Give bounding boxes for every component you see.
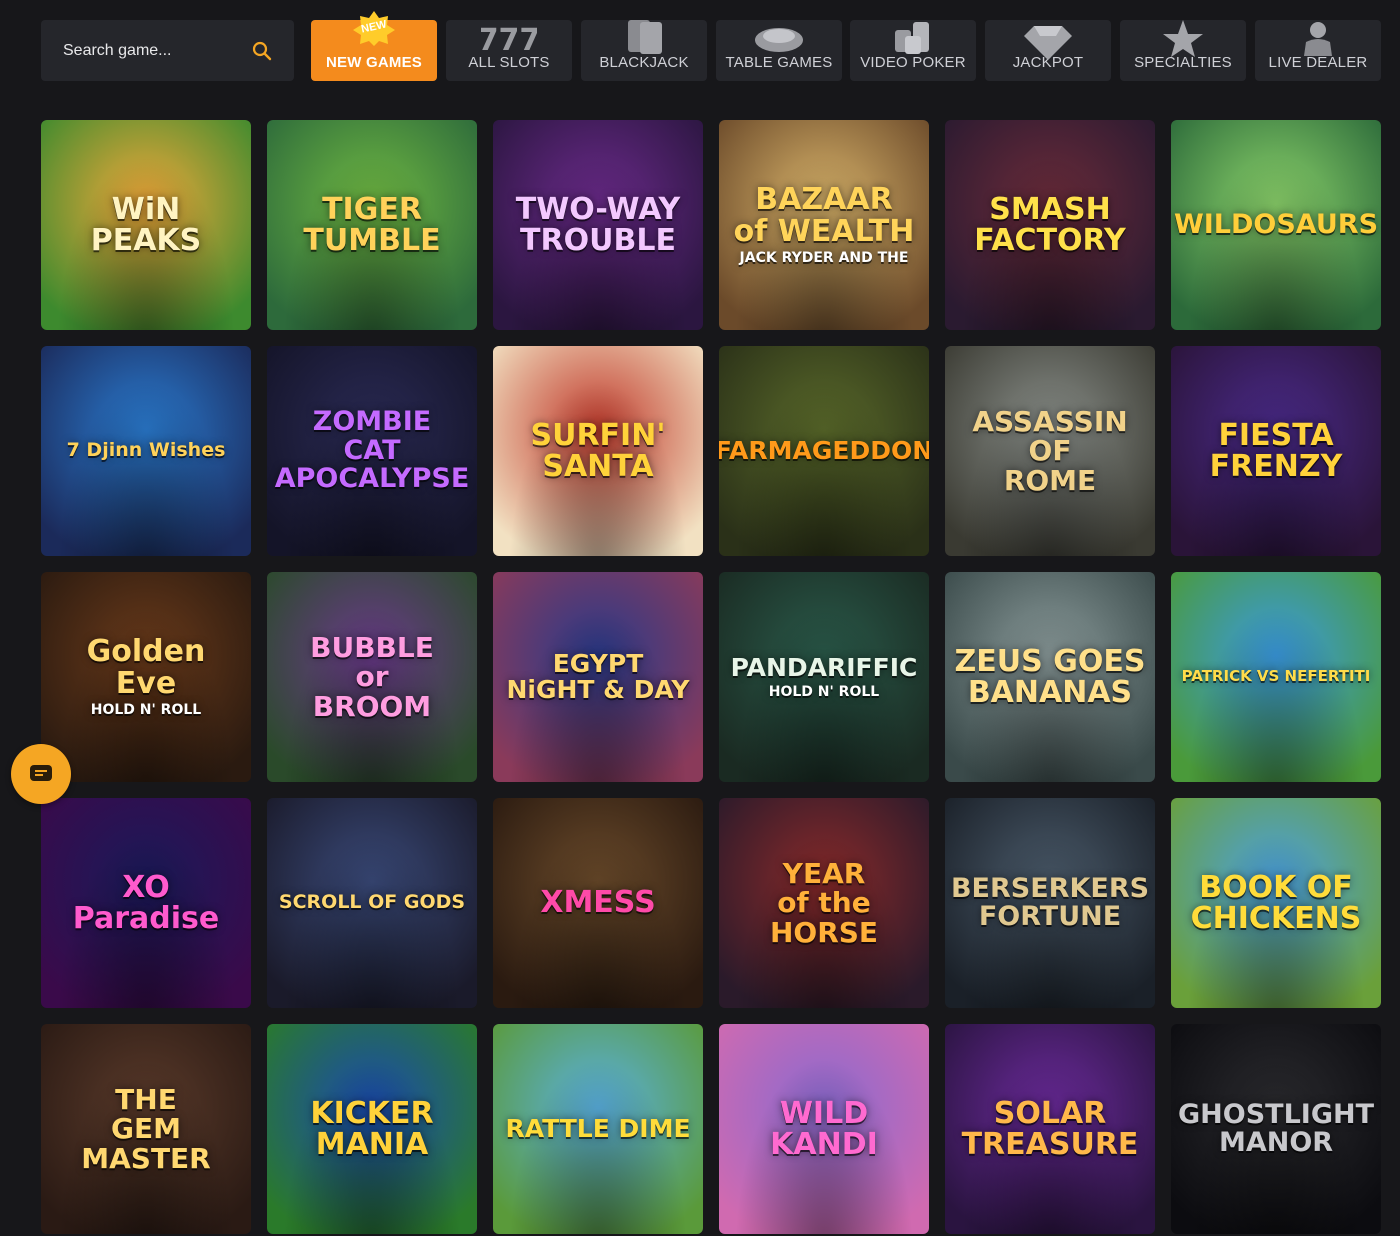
game-tile[interactable]: ZOMBIE CAT APOCALYPSE — [267, 346, 477, 556]
game-tile[interactable]: ASSASSIN OF ROME — [945, 346, 1155, 556]
game-title: KICKER MANIA — [310, 1095, 434, 1162]
tab-label: NEW GAMES — [326, 54, 422, 71]
game-title: YEAR of the HORSE — [769, 856, 879, 949]
game-tile[interactable]: WILDOSAURS — [1171, 120, 1381, 330]
game-tile[interactable]: SOLAR TREASURE — [945, 1024, 1155, 1234]
game-tile[interactable]: TWO-WAY TROUBLE — [493, 120, 703, 330]
game-title: WILD KANDI — [770, 1095, 878, 1162]
game-tile[interactable]: PATRICK VS NEFERTITI — [1171, 572, 1381, 782]
game-tile[interactable]: BERSERKERS FORTUNE — [945, 798, 1155, 1008]
diamond-icon — [1024, 26, 1072, 60]
game-tile[interactable]: 7 Djinn Wishes — [41, 346, 251, 556]
cards-icon — [628, 20, 662, 54]
game-title: SMASH FACTORY — [974, 191, 1126, 258]
tab-live-dealer[interactable]: LIVE DEALER — [1255, 20, 1381, 81]
new-badge-icon: NEW — [352, 10, 396, 46]
game-title: SOLAR TREASURE — [961, 1095, 1139, 1162]
game-title: Golden Eve HOLD N' ROLL — [86, 634, 206, 719]
tab-video-poker[interactable]: VIDEO POKER — [850, 20, 976, 81]
game-title: BAZAAR of WEALTH JACK RYDER AND THE — [733, 182, 915, 267]
roulette-wheel-icon — [755, 28, 803, 52]
game-tile[interactable]: GHOSTLIGHT MANOR — [1171, 1024, 1381, 1234]
tab-table-games[interactable]: TABLE GAMES — [716, 20, 842, 81]
game-tile[interactable]: XMESS — [493, 798, 703, 1008]
tab-specialties[interactable]: SPECIALTIES — [1120, 20, 1246, 81]
game-tile[interactable]: FARMAGEDDON — [719, 346, 929, 556]
game-tile[interactable]: THE GEM MASTER — [41, 1024, 251, 1234]
game-title: ASSASSIN OF ROME — [972, 404, 1128, 497]
game-tile[interactable]: SURFIN' SANTA — [493, 346, 703, 556]
game-title: SURFIN' SANTA — [530, 417, 666, 484]
game-tile[interactable]: BOOK OF CHICKENS — [1171, 798, 1381, 1008]
game-tile[interactable]: ZEUS GOES BANANAS — [945, 572, 1155, 782]
game-title: TWO-WAY TROUBLE — [515, 191, 681, 258]
game-subtitle: HOLD N' ROLL — [768, 683, 880, 700]
game-title: PANDARIFFIC HOLD N' ROLL — [730, 652, 918, 700]
game-title: FARMAGEDDON — [719, 435, 929, 465]
game-title: XMESS — [540, 885, 656, 921]
search-icon — [252, 41, 272, 60]
game-tile[interactable]: YEAR of the HORSE — [719, 798, 929, 1008]
search-input[interactable]: Search game... — [41, 20, 294, 81]
chat-button[interactable] — [11, 744, 71, 804]
game-tile[interactable]: WILD KANDI — [719, 1024, 929, 1234]
chat-icon — [30, 765, 52, 781]
game-title: BOOK OF CHICKENS — [1190, 869, 1362, 936]
game-title: THE GEM MASTER — [81, 1082, 211, 1175]
search-placeholder: Search game... — [63, 41, 172, 59]
game-title: GHOSTLIGHT MANOR — [1178, 1098, 1375, 1158]
game-tile[interactable]: PANDARIFFIC HOLD N' ROLL — [719, 572, 929, 782]
tab-new-games[interactable]: NEW NEW GAMES — [311, 11, 437, 81]
game-title: PATRICK VS NEFERTITI — [1181, 667, 1371, 686]
game-title: WiN PEAKS — [90, 191, 202, 258]
game-title: RATTLE DIME — [505, 1113, 691, 1143]
game-title: FIESTA FRENZY — [1209, 417, 1343, 484]
game-title: SCROLL OF GODS — [278, 891, 466, 914]
game-tile[interactable]: TIGER TUMBLE — [267, 120, 477, 330]
chip-stack-icon — [895, 22, 929, 54]
game-tile[interactable]: SCROLL OF GODS — [267, 798, 477, 1008]
game-title: XO Paradise — [72, 869, 220, 936]
svg-text:777: 777 — [481, 23, 537, 58]
game-tile[interactable]: BUBBLE or BROOM — [267, 572, 477, 782]
tab-all-slots[interactable]: 777 ALL SLOTS — [446, 20, 572, 81]
game-title: BUBBLE or BROOM — [310, 630, 434, 723]
game-title: 7 Djinn Wishes — [66, 439, 226, 462]
tab-blackjack[interactable]: BLACKJACK — [581, 20, 707, 81]
star-icon — [1163, 20, 1203, 57]
game-title: TIGER TUMBLE — [303, 191, 441, 258]
game-tile[interactable]: FIESTA FRENZY — [1171, 346, 1381, 556]
game-title: ZEUS GOES BANANAS — [954, 643, 1146, 710]
game-tile[interactable]: EGYPT NiGHT & DAY — [493, 572, 703, 782]
game-subtitle: JACK RYDER AND THE — [739, 250, 909, 267]
tab-jackpot[interactable]: JACKPOT — [985, 20, 1111, 81]
game-subtitle: HOLD N' ROLL — [90, 702, 202, 719]
game-tile[interactable]: RATTLE DIME — [493, 1024, 703, 1234]
category-navbar: Search game... NEW NEW GAMES 777 ALL SLO… — [0, 0, 1400, 100]
game-tile[interactable]: WiN PEAKS — [41, 120, 251, 330]
game-title: EGYPT NiGHT & DAY — [506, 648, 690, 704]
game-title: BERSERKERS FORTUNE — [950, 872, 1150, 932]
game-tile[interactable]: XO Paradise — [41, 798, 251, 1008]
game-tile[interactable]: SMASH FACTORY — [945, 120, 1155, 330]
dealer-icon — [1304, 22, 1332, 56]
game-tile[interactable]: BAZAAR of WEALTH JACK RYDER AND THE — [719, 120, 929, 330]
game-tile[interactable]: Golden Eve HOLD N' ROLL — [41, 572, 251, 782]
slot-777-icon: 777 — [481, 23, 537, 58]
game-title: WILDOSAURS — [1173, 208, 1379, 240]
game-tile[interactable]: KICKER MANIA — [267, 1024, 477, 1234]
game-title: ZOMBIE CAT APOCALYPSE — [274, 406, 470, 495]
